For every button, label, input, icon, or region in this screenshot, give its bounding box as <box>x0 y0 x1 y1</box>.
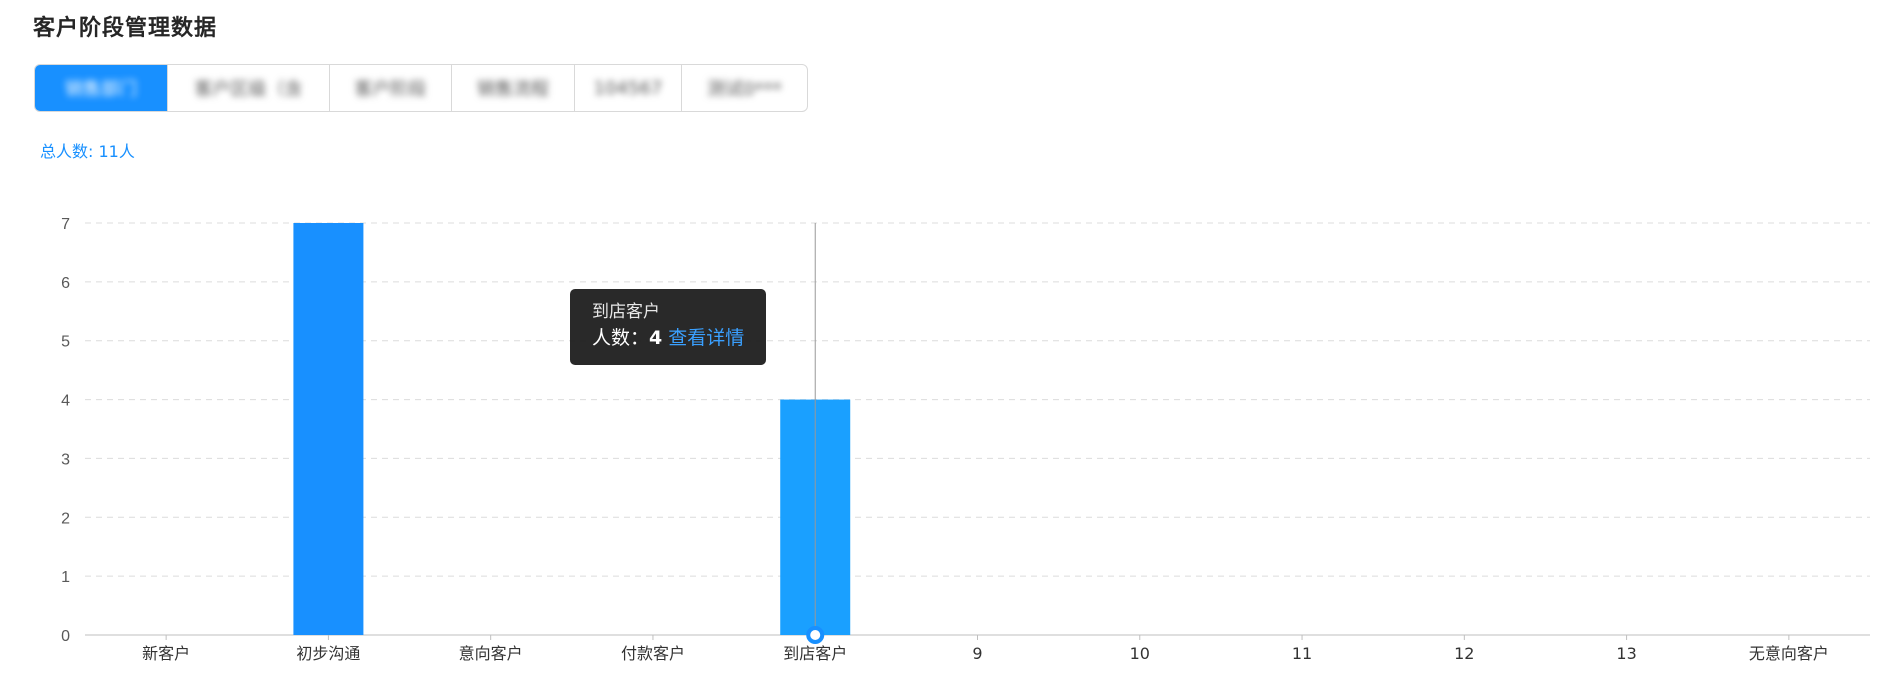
y-tick-label: 0 <box>61 628 70 645</box>
bar <box>293 223 364 635</box>
x-tick-label: 新客户 <box>142 644 190 663</box>
x-tick-label: 到店客户 <box>783 644 847 663</box>
y-tick-label: 5 <box>61 334 70 351</box>
y-tick-label: 6 <box>61 275 70 292</box>
tooltip-label: 人数： <box>592 327 650 349</box>
y-tick-label: 7 <box>61 216 70 233</box>
y-tick-label: 4 <box>61 393 70 410</box>
x-tick-label: 无意向客户 <box>1749 644 1829 663</box>
tooltip-value: 4 <box>649 327 663 349</box>
y-tick-label: 2 <box>61 510 70 527</box>
x-tick-label: 9 <box>972 644 982 663</box>
y-tick-label: 3 <box>61 451 70 468</box>
view-details-link[interactable]: 查看详情 <box>668 327 744 349</box>
x-tick-label: 意向客户 <box>459 644 523 663</box>
x-tick-label: 付款客户 <box>621 644 685 663</box>
chart-tooltip: 到店客户 人数：4 查看详情 <box>570 289 766 365</box>
x-tick-label: 11 <box>1292 644 1312 663</box>
hover-marker <box>806 626 825 644</box>
x-tick-label: 12 <box>1454 644 1474 663</box>
x-tick-label: 13 <box>1616 644 1636 663</box>
x-tick-label: 10 <box>1130 644 1150 663</box>
tooltip-row: 人数：4 查看详情 <box>592 323 766 353</box>
y-tick-label: 1 <box>61 569 70 586</box>
stage-bar-chart: 01234567新客户 初步沟通 意向客户 付款客户 到店客户 9 10 11 12 13 无意向客… <box>61 216 1870 663</box>
x-tick-label: 初步沟通 <box>296 644 360 663</box>
tooltip-title: 到店客户 <box>592 302 660 322</box>
